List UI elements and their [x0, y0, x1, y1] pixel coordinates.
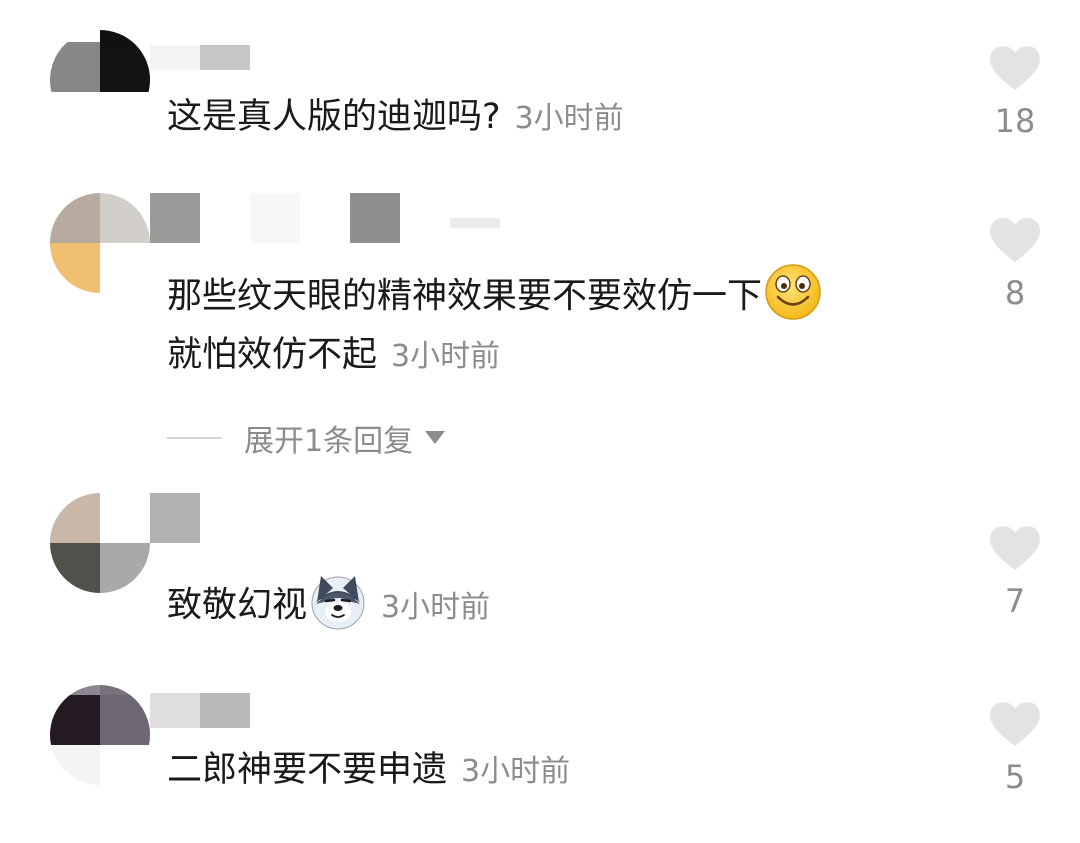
like-count: 18 [994, 102, 1036, 140]
heart-icon [990, 526, 1040, 570]
husky-dog-emoji [309, 572, 367, 641]
comment-text: 这是真人版的迪迦吗? [167, 97, 501, 137]
like-button[interactable]: 8 [985, 218, 1045, 312]
avatar[interactable] [50, 30, 150, 130]
like-count: 8 [1004, 274, 1026, 312]
comment-text: 那些纹天眼的精神效果要不要效仿一下 [167, 276, 763, 317]
like-count: 7 [1004, 582, 1026, 620]
avatar[interactable] [50, 193, 150, 293]
expand-replies-button[interactable]: 展开1条回复 [167, 418, 446, 459]
like-button[interactable]: 5 [985, 702, 1045, 796]
comment-text-row: 这是真人版的迪迦吗? 3小时前 [167, 95, 624, 141]
username-redacted[interactable] [150, 693, 280, 743]
comment-text: 致敬幻视 [167, 585, 308, 626]
heart-icon [990, 702, 1040, 746]
caret-down-icon [425, 431, 446, 444]
heart-icon [990, 218, 1040, 262]
divider [167, 437, 222, 439]
avatar[interactable] [50, 493, 150, 593]
comment-time: 3小时前 [391, 339, 501, 374]
grinning-face-emoji [764, 264, 822, 331]
username-redacted[interactable] [150, 45, 280, 95]
expand-replies-label: 展开1条回复 [244, 424, 414, 459]
comment-time: 3小时前 [461, 754, 571, 789]
comment-time: 3小时前 [381, 589, 491, 625]
comment-text-row: 二郎神要不要申遗 3小时前 [167, 748, 570, 794]
comment-time: 3小时前 [514, 101, 624, 136]
avatar[interactable] [50, 685, 150, 785]
heart-icon [990, 46, 1040, 90]
comment-text: 二郎神要不要申遗 [167, 750, 448, 790]
like-count: 5 [1004, 758, 1026, 796]
comment-text: 就怕效仿不起 [167, 335, 378, 375]
like-button[interactable]: 7 [985, 526, 1045, 620]
comment-text-row: 那些纹天眼的精神效果要不要效仿一下 [167, 264, 822, 331]
comment-text-row: 致敬幻视 3小时前 [167, 572, 490, 641]
username-redacted[interactable] [150, 193, 520, 243]
like-button[interactable]: 18 [985, 46, 1045, 140]
username-redacted[interactable] [150, 493, 280, 543]
comment-text-row: 就怕效仿不起 3小时前 [167, 333, 500, 379]
